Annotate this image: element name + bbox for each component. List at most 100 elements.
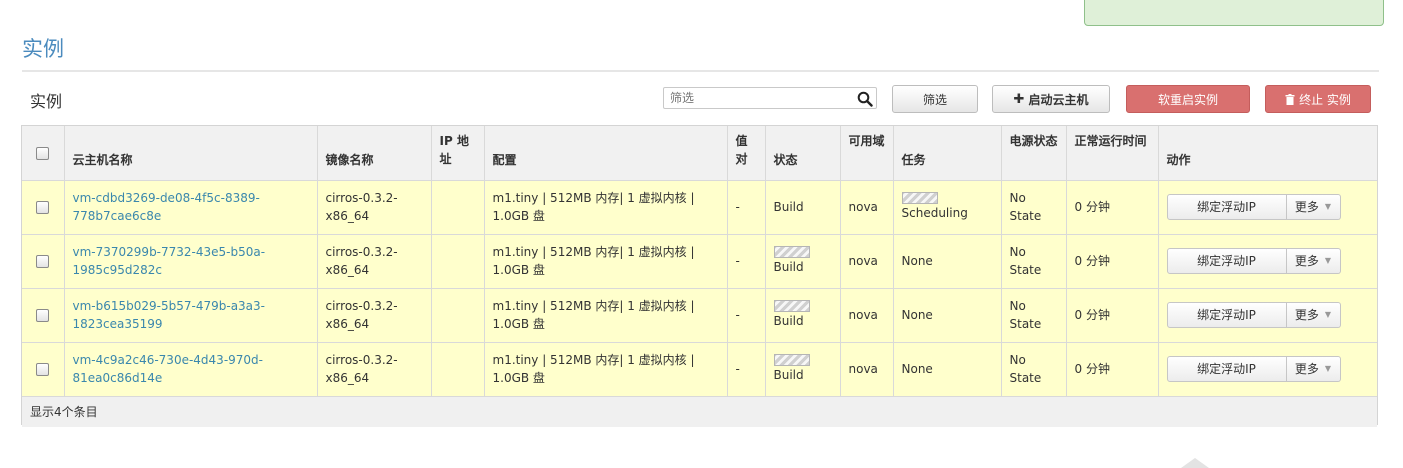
row-select-cell	[22, 234, 65, 289]
more-actions-label: 更多	[1294, 254, 1319, 268]
row-select-cell	[22, 180, 65, 235]
power-state: No State	[1001, 180, 1067, 235]
search-icon[interactable]	[857, 91, 873, 107]
action-button-group: 绑定浮动IP 更多 ▼	[1166, 248, 1370, 274]
flavor-config: m1.tiny | 512MB 内存| 1 虚拟内核 | 1.0GB 盘	[484, 288, 728, 343]
status-cell: Build	[765, 180, 841, 235]
col-config[interactable]: 配置	[484, 126, 728, 181]
associate-floating-ip-button[interactable]: 绑定浮动IP	[1166, 194, 1287, 220]
image-name: cirros-0.3.2-x86_64	[317, 234, 432, 289]
row-checkbox[interactable]	[36, 309, 50, 322]
instance-name-link[interactable]: vm-4c9a2c46-730e-4d43-970d-81ea0c86d14e	[73, 353, 264, 385]
task-text: None	[901, 254, 933, 268]
more-actions-dropdown[interactable]: 更多 ▼	[1286, 302, 1341, 328]
caret-down-icon: ▼	[1324, 310, 1332, 319]
row-select-cell	[22, 342, 65, 397]
actions-cell: 绑定浮动IP 更多 ▼	[1158, 180, 1377, 235]
power-state: No State	[1001, 288, 1067, 343]
associate-floating-ip-button[interactable]: 绑定浮动IP	[1166, 356, 1287, 382]
availability-zone: nova	[840, 180, 894, 235]
instance-name-link[interactable]: vm-cdbd3269-de08-4f5c-8389-778b7cae6c8e	[73, 191, 260, 223]
table-row: vm-4c9a2c46-730e-4d43-970d-81ea0c86d14e …	[22, 342, 1377, 397]
more-actions-label: 更多	[1294, 308, 1319, 322]
table-row: vm-cdbd3269-de08-4f5c-8389-778b7cae6c8e …	[22, 180, 1377, 235]
col-task[interactable]: 任务	[893, 126, 1002, 181]
search-input[interactable]	[664, 88, 856, 108]
instance-name-link[interactable]: vm-b615b029-5b57-479b-a3a3-1823cea35199	[73, 299, 266, 331]
associate-floating-ip-button[interactable]: 绑定浮动IP	[1166, 302, 1287, 328]
col-az[interactable]: 可用域	[840, 126, 894, 181]
associate-floating-ip-label: 绑定浮动IP	[1197, 254, 1256, 268]
col-ip[interactable]: IP 地址	[431, 126, 485, 181]
instance-name-link[interactable]: vm-7370299b-7732-43e5-b50a-1985c95d282c	[73, 245, 266, 277]
table-header-row: 云主机名称 镜像名称 IP 地址 配置 值对 状态 可用域 任务 电源状态 正常…	[22, 126, 1377, 181]
actions-cell: 绑定浮动IP 更多 ▼	[1158, 234, 1377, 289]
more-actions-dropdown[interactable]: 更多 ▼	[1286, 194, 1341, 220]
select-all-checkbox[interactable]	[36, 146, 50, 160]
terminate-instances-button[interactable]: 终止 实例	[1265, 85, 1371, 113]
uptime: 0 分钟	[1066, 342, 1159, 397]
availability-zone: nova	[840, 234, 894, 289]
action-button-group: 绑定浮动IP 更多 ▼	[1166, 194, 1370, 220]
status-cell: Build	[765, 234, 841, 289]
scroll-up-arrow-icon[interactable]	[1181, 458, 1209, 468]
search-box[interactable]	[663, 87, 877, 109]
status-text: Build	[773, 368, 804, 382]
associate-floating-ip-label: 绑定浮动IP	[1197, 362, 1256, 376]
filter-button-label: 筛选	[922, 92, 947, 107]
section-title: 实例	[30, 92, 63, 111]
status-text: Build	[773, 314, 804, 328]
keypair: -	[727, 288, 766, 343]
col-uptime[interactable]: 正常运行时间	[1066, 126, 1159, 181]
status-text: Build	[773, 260, 804, 274]
flavor-config: m1.tiny | 512MB 内存| 1 虚拟内核 | 1.0GB 盘	[484, 342, 728, 397]
table-row: vm-7370299b-7732-43e5-b50a-1985c95d282c …	[22, 234, 1377, 289]
soft-reboot-button[interactable]: 软重启实例	[1126, 85, 1250, 113]
actions-cell: 绑定浮动IP 更多 ▼	[1158, 288, 1377, 343]
col-actions: 动作	[1158, 126, 1377, 181]
filter-button[interactable]: 筛选	[892, 85, 978, 113]
row-checkbox[interactable]	[36, 363, 50, 376]
task-text: Scheduling	[901, 206, 968, 220]
instance-name-cell: vm-b615b029-5b57-479b-a3a3-1823cea35199	[64, 288, 318, 343]
soft-reboot-label: 软重启实例	[1157, 92, 1218, 107]
more-actions-label: 更多	[1294, 362, 1319, 376]
associate-floating-ip-label: 绑定浮动IP	[1197, 308, 1256, 322]
keypair: -	[727, 234, 766, 289]
more-actions-dropdown[interactable]: 更多 ▼	[1286, 356, 1341, 382]
task-text: None	[901, 308, 933, 322]
instance-name-cell: vm-7370299b-7732-43e5-b50a-1985c95d282c	[64, 234, 318, 289]
plus-icon: ✚	[1013, 91, 1025, 107]
actions-cell: 绑定浮动IP 更多 ▼	[1158, 342, 1377, 397]
success-alert	[1084, 0, 1384, 26]
caret-down-icon: ▼	[1324, 202, 1332, 211]
power-state: No State	[1001, 342, 1067, 397]
select-all-cell	[22, 126, 65, 181]
instances-table: 云主机名称 镜像名称 IP 地址 配置 值对 状态 可用域 任务 电源状态 正常…	[21, 125, 1378, 427]
col-status[interactable]: 状态	[765, 126, 841, 181]
row-checkbox[interactable]	[36, 201, 50, 214]
table-footer: 显示4个条目	[22, 396, 1377, 427]
uptime: 0 分钟	[1066, 180, 1159, 235]
launch-instance-label: 启动云主机	[1028, 92, 1089, 107]
col-image[interactable]: 镜像名称	[317, 126, 432, 181]
col-keypair[interactable]: 值对	[727, 126, 766, 181]
row-checkbox[interactable]	[36, 255, 50, 268]
col-name[interactable]: 云主机名称	[64, 126, 318, 181]
associate-floating-ip-label: 绑定浮动IP	[1197, 200, 1256, 214]
progress-bar-icon	[901, 192, 938, 204]
caret-down-icon: ▼	[1324, 364, 1332, 373]
power-state: No State	[1001, 234, 1067, 289]
task-cell: None	[893, 288, 1002, 343]
more-actions-label: 更多	[1294, 200, 1319, 214]
launch-instance-button[interactable]: ✚ 启动云主机	[992, 85, 1110, 113]
col-power[interactable]: 电源状态	[1001, 126, 1067, 181]
more-actions-dropdown[interactable]: 更多 ▼	[1286, 248, 1341, 274]
task-cell: None	[893, 234, 1002, 289]
progress-bar-icon	[773, 354, 810, 366]
associate-floating-ip-button[interactable]: 绑定浮动IP	[1166, 248, 1287, 274]
uptime: 0 分钟	[1066, 234, 1159, 289]
ip-address	[431, 234, 485, 289]
progress-bar-icon	[773, 300, 810, 312]
action-button-group: 绑定浮动IP 更多 ▼	[1166, 302, 1370, 328]
